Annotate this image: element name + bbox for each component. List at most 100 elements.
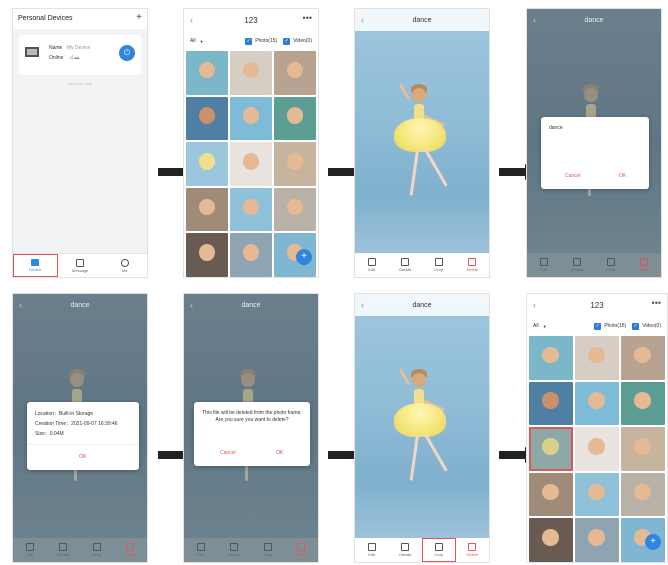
edit-icon xyxy=(367,543,376,551)
photo-thumbnail[interactable] xyxy=(529,518,573,562)
dancer-photo xyxy=(383,349,463,529)
photo-thumbnail[interactable] xyxy=(621,427,665,471)
gallery-title: 123 xyxy=(244,15,258,25)
photo-thumbnail[interactable] xyxy=(230,187,272,232)
photo-checkbox[interactable]: ✓ xyxy=(594,322,602,330)
delete-button[interactable]: Delete xyxy=(285,538,319,562)
message-icon xyxy=(76,258,84,267)
filter-select[interactable]: All xyxy=(190,38,196,44)
device-name: My Device xyxy=(67,45,91,51)
back-icon[interactable]: ‹ xyxy=(533,15,536,25)
photo-thumbnail[interactable] xyxy=(186,233,228,277)
back-icon[interactable]: ‹ xyxy=(361,300,364,310)
crop-button[interactable]: Crop xyxy=(80,538,114,562)
person-icon xyxy=(120,258,129,267)
edit-button[interactable]: Edit xyxy=(527,253,561,277)
edit-button[interactable]: Edit xyxy=(355,538,389,562)
cancel-button[interactable]: Cancel xyxy=(220,450,236,456)
video-checkbox[interactable]: ✓ xyxy=(632,322,640,330)
delete-button[interactable]: Delete xyxy=(456,253,490,277)
rename-input[interactable]: dance xyxy=(549,125,563,131)
photo-thumbnail[interactable] xyxy=(274,187,316,232)
photo-thumbnail[interactable] xyxy=(575,427,619,471)
photo-title: dance xyxy=(241,301,261,309)
details-button[interactable]: Details xyxy=(389,538,423,562)
photo-thumbnail[interactable] xyxy=(529,381,573,426)
add-photo-button[interactable]: + xyxy=(645,534,661,550)
crop-button[interactable]: Crop xyxy=(422,538,456,562)
ok-button[interactable]: OK xyxy=(619,173,626,179)
ok-button[interactable]: OK xyxy=(276,450,283,456)
photo-thumbnail[interactable] xyxy=(529,427,573,471)
more-icon[interactable]: ••• xyxy=(652,298,661,308)
crop-icon xyxy=(434,543,443,551)
photo-thumbnail[interactable] xyxy=(230,51,272,95)
photo-thumbnail[interactable] xyxy=(575,336,619,380)
photo-thumbnail[interactable] xyxy=(186,96,228,141)
photo-thumbnail[interactable] xyxy=(621,336,665,380)
no-more-text: No more data xyxy=(67,81,93,86)
photo-thumbnail[interactable] xyxy=(186,187,228,232)
device-card[interactable]: Name My Device Online .ıl ▬ ⏻ xyxy=(19,35,141,75)
delete-button[interactable]: Delete xyxy=(114,538,148,562)
back-icon[interactable]: ‹ xyxy=(190,300,193,310)
photo-viewer-screen: ‹ dance Edit Details Crop Delete xyxy=(354,8,490,278)
add-photo-button[interactable]: + xyxy=(296,249,312,265)
back-icon[interactable]: ‹ xyxy=(190,15,193,25)
photo-thumbnail[interactable] xyxy=(621,472,665,517)
details-button[interactable]: Details xyxy=(389,253,423,277)
plus-icon[interactable]: + xyxy=(136,12,142,23)
details-icon xyxy=(59,543,68,551)
photo-thumbnail[interactable] xyxy=(274,51,316,95)
crop-button[interactable]: Crop xyxy=(594,253,628,277)
power-icon[interactable]: ⏻ xyxy=(119,45,135,61)
crop-button[interactable]: Crop xyxy=(422,253,456,277)
details-icon xyxy=(401,543,410,551)
details-button[interactable]: Details xyxy=(561,253,595,277)
edit-button[interactable]: Edit xyxy=(355,253,389,277)
video-checkbox[interactable]: ✓ xyxy=(283,37,291,45)
rename-screen: ‹ dance dance Cancel OK Edit Details Cro… xyxy=(526,8,662,278)
filter-select[interactable]: All xyxy=(533,323,539,329)
back-icon[interactable]: ‹ xyxy=(361,15,364,25)
details-button[interactable]: Details xyxy=(218,538,252,562)
delete-dialog: This file will be deleted from the photo… xyxy=(194,402,310,466)
delete-button[interactable]: Delete xyxy=(628,253,662,277)
ok-button[interactable]: OK xyxy=(79,454,86,460)
photo-thumbnail[interactable] xyxy=(575,472,619,517)
edit-icon xyxy=(367,258,376,266)
photo-thumbnail[interactable] xyxy=(186,142,228,186)
photo-thumbnail[interactable] xyxy=(529,472,573,517)
details-button[interactable]: Details xyxy=(47,538,81,562)
delete-button[interactable]: Delete xyxy=(456,538,490,562)
photo-grid xyxy=(186,51,316,277)
gallery-title: 123 xyxy=(590,300,604,310)
crop-icon xyxy=(263,543,272,551)
photo-thumbnail[interactable] xyxy=(274,96,316,141)
crop-button[interactable]: Crop xyxy=(251,538,285,562)
photo-thumbnail[interactable] xyxy=(621,381,665,426)
tab-device[interactable]: Device xyxy=(13,254,58,277)
photo-thumbnail[interactable] xyxy=(186,51,228,95)
back-icon[interactable]: ‹ xyxy=(19,300,22,310)
frame-icon xyxy=(25,47,39,57)
crop-icon xyxy=(92,543,101,551)
photo-thumbnail[interactable] xyxy=(230,142,272,186)
edit-button[interactable]: Edit xyxy=(184,538,218,562)
photo-thumbnail[interactable] xyxy=(575,381,619,426)
photo-thumbnail[interactable] xyxy=(230,233,272,277)
tab-me[interactable]: Me xyxy=(102,254,147,277)
photo-checkbox[interactable]: ✓ xyxy=(245,37,253,45)
photo-thumbnail[interactable] xyxy=(274,142,316,186)
back-icon[interactable]: ‹ xyxy=(533,300,536,310)
cancel-button[interactable]: Cancel xyxy=(565,173,581,179)
video-label: Video(0) xyxy=(293,38,312,44)
edit-button[interactable]: Edit xyxy=(13,538,47,562)
photo-thumbnail[interactable] xyxy=(230,96,272,141)
more-icon[interactable]: ••• xyxy=(303,13,312,23)
photo-thumbnail[interactable] xyxy=(575,518,619,562)
caret-down-icon: ▼ xyxy=(199,38,204,44)
photo-grid xyxy=(529,336,665,562)
tab-message[interactable]: Message xyxy=(58,254,103,277)
photo-thumbnail[interactable] xyxy=(529,336,573,380)
